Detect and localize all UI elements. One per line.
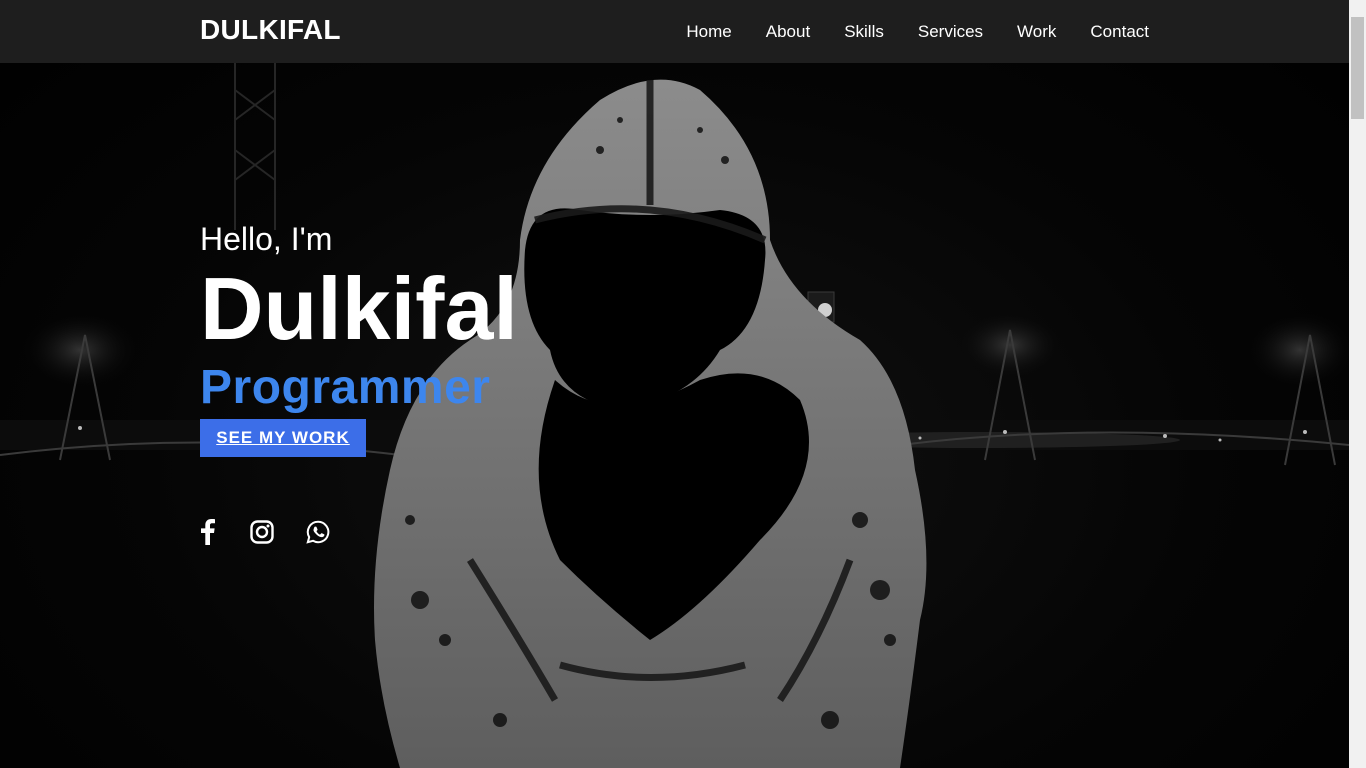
nav-item-skills: Skills <box>844 22 884 42</box>
nav-item-home: Home <box>686 22 731 42</box>
nav-item-work: Work <box>1017 22 1056 42</box>
see-my-work-button[interactable]: SEE MY WORK <box>200 419 366 457</box>
scrollbar-thumb[interactable] <box>1351 17 1364 119</box>
nav-item-about: About <box>766 22 810 42</box>
hero-intro: Hello, I'm Dulkifal Programmer SEE MY WO… <box>200 220 518 457</box>
instagram-link[interactable] <box>248 518 276 546</box>
nav-link-about[interactable]: About <box>766 22 810 41</box>
nav-link-home[interactable]: Home <box>686 22 731 41</box>
nav-link-services[interactable]: Services <box>918 22 983 41</box>
instagram-icon <box>250 520 274 544</box>
page-scrollbar[interactable] <box>1349 0 1366 768</box>
facebook-link[interactable] <box>198 518 218 546</box>
hero-role: Programmer <box>200 361 491 414</box>
facebook-icon <box>201 519 215 545</box>
nav-item-services: Services <box>918 22 983 42</box>
whatsapp-link[interactable] <box>304 518 332 546</box>
nav-link-work[interactable]: Work <box>1017 22 1056 41</box>
whatsapp-icon <box>306 520 330 544</box>
social-links <box>198 518 332 546</box>
hero-greeting: Hello, I'm <box>200 221 333 257</box>
nav-menu: Home About Skills Services Work Contact <box>686 0 1149 63</box>
brand-logo[interactable]: DULKIFAL <box>200 14 341 46</box>
nav-item-contact: Contact <box>1090 22 1149 42</box>
nav-link-skills[interactable]: Skills <box>844 22 884 41</box>
nav-link-contact[interactable]: Contact <box>1090 22 1149 41</box>
navbar: DULKIFAL Home About Skills Services Work… <box>0 0 1349 63</box>
hero-name: Dulkifal <box>200 259 518 358</box>
